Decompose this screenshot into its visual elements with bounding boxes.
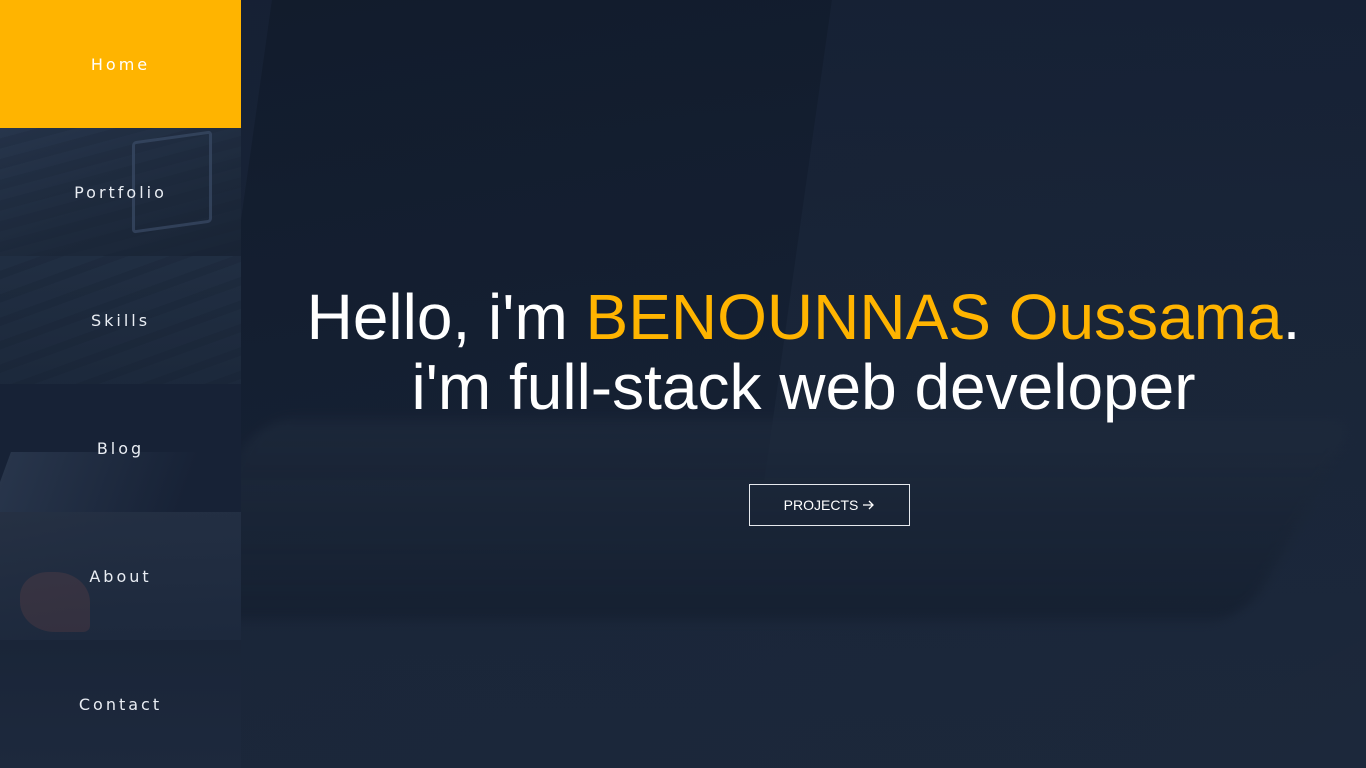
sidebar-item-label: Skills: [90, 310, 151, 330]
hero-punctuation: .: [1282, 281, 1301, 353]
hero-content: Hello, i'm BENOUNNAS Oussama. i'm full-s…: [221, 282, 1366, 422]
hero-greeting: Hello, i'm: [306, 281, 586, 353]
sidebar-item-skills[interactable]: Skills: [0, 256, 241, 384]
sidebar-item-label: Portfolio: [74, 182, 167, 202]
sidebar-item-about[interactable]: About: [0, 512, 241, 640]
page: Home Portfolio Skills Blog About Contact…: [0, 0, 1366, 768]
sidebar-item-label: About: [89, 566, 152, 586]
hero-headline: Hello, i'm BENOUNNAS Oussama. i'm full-s…: [221, 282, 1366, 422]
sidebar-item-blog[interactable]: Blog: [0, 384, 241, 512]
sidebar-item-contact[interactable]: Contact: [0, 640, 241, 768]
sidebar-item-label: Home: [90, 54, 151, 74]
sidebar-item-home[interactable]: Home: [0, 0, 241, 128]
projects-button-label: PROJECTS: [783, 497, 859, 513]
sidebar-nav: Home Portfolio Skills Blog About Contact: [0, 0, 241, 768]
projects-button[interactable]: PROJECTS: [749, 484, 910, 526]
sidebar-item-label: Blog: [96, 438, 145, 458]
hero-name: BENOUNNAS Oussama: [585, 281, 1283, 353]
hero-role: i'm full-stack web developer: [411, 351, 1196, 423]
sidebar-item-label: Contact: [78, 694, 163, 714]
sidebar-item-portfolio[interactable]: Portfolio: [0, 128, 241, 256]
arrow-right-icon: [862, 500, 875, 510]
